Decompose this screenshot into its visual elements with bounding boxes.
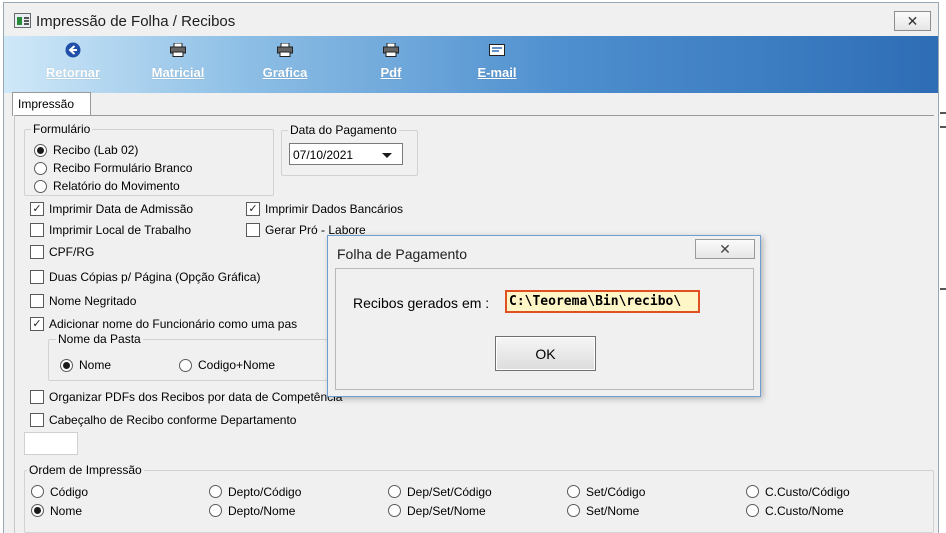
pasta-nome-label: Nome	[79, 358, 112, 372]
organizar-pdfs-label: Organizar PDFs dos Recibos por data de C…	[49, 390, 343, 404]
grafica-label: Grafica	[262, 65, 308, 80]
recibo-lab02-label: Recibo (Lab 02)	[53, 143, 139, 157]
ok-button[interactable]: OK	[495, 336, 596, 371]
email-button[interactable]: E-mail	[452, 41, 542, 87]
ordem-codigo-label: Código	[50, 485, 89, 499]
background-edge-mark	[940, 288, 946, 290]
data-pagamento-picker[interactable]: 07/10/2021	[289, 143, 403, 165]
dialog-close-button[interactable]: ✕	[695, 239, 755, 259]
recibo-formulario-branco-radio[interactable]	[34, 162, 47, 175]
recibo-lab02-radio[interactable]	[34, 144, 47, 157]
ordem-nome-radio[interactable]	[31, 504, 44, 517]
relatorio-movimento-label: Relatório do Movimento	[53, 179, 180, 193]
adicionar-nome-label: Adicionar nome do Funcionário como uma p…	[49, 317, 298, 331]
imprimir-data-admissao-label: Imprimir Data de Admissão	[49, 202, 194, 216]
cabecalho-recibo-label: Cabeçalho de Recibo conforme Departament…	[49, 413, 297, 427]
folha-pagamento-dialog: Folha de Pagamento ✕ Recibos gerados em …	[327, 235, 761, 397]
printer-icon	[382, 41, 400, 59]
arrow-left-circle-icon	[64, 41, 82, 59]
ordem-set-nome-radio[interactable]	[567, 504, 580, 517]
ordem-dep-set-codigo-radio[interactable]	[388, 485, 401, 498]
imprimir-data-admissao-checkbox[interactable]: ✓	[30, 202, 44, 216]
matricial-label: Matricial	[151, 65, 205, 80]
data-pagamento-label: Data do Pagamento	[288, 123, 399, 137]
ordem-ccusto-codigo-label: C.Custo/Código	[765, 485, 850, 499]
grafica-button[interactable]: Grafica	[240, 41, 330, 87]
pasta-nome-radio[interactable]	[60, 359, 73, 372]
window-close-button[interactable]: ✕	[894, 11, 931, 31]
printer-icon	[276, 41, 294, 59]
ordem-ccusto-codigo-radio[interactable]	[746, 485, 759, 498]
imprimir-local-trabalho-label: Imprimir Local de Trabalho	[49, 223, 192, 237]
pasta-codigo-nome-label: Codigo+Nome	[198, 358, 276, 372]
imprimir-dados-bancarios-checkbox[interactable]: ✓	[246, 202, 260, 216]
printer-icon	[169, 41, 187, 59]
nome-negritado-checkbox[interactable]	[30, 294, 44, 308]
ordem-depto-codigo-radio[interactable]	[209, 485, 222, 498]
imprimir-local-trabalho-checkbox[interactable]	[30, 223, 44, 237]
cabecalho-recibo-checkbox[interactable]	[30, 413, 44, 427]
pdf-label: Pdf	[380, 65, 402, 80]
chevron-down-icon[interactable]	[382, 153, 392, 158]
relatorio-movimento-radio[interactable]	[34, 180, 47, 193]
ordem-ccusto-nome-label: C.Custo/Nome	[765, 504, 844, 518]
data-pagamento-value: 07/10/2021	[293, 148, 354, 162]
imprimir-dados-bancarios-label: Imprimir Dados Bancários	[265, 202, 404, 216]
pasta-codigo-nome-radio[interactable]	[179, 359, 192, 372]
ordem-ccusto-nome-radio[interactable]	[746, 504, 759, 517]
title-bar: Impressão de Folha / Recibos ✕	[4, 3, 938, 36]
nome-pasta-label: Nome da Pasta	[56, 332, 143, 346]
duas-copias-checkbox[interactable]	[30, 270, 44, 284]
ordem-set-codigo-label: Set/Código	[586, 485, 646, 499]
recibos-gerados-label: Recibos gerados em :	[353, 295, 490, 311]
background-window-edge	[939, 0, 946, 533]
ordem-depto-nome-label: Depto/Nome	[228, 504, 296, 518]
adicionar-nome-checkbox[interactable]: ✓	[30, 317, 44, 331]
dialog-title: Folha de Pagamento	[337, 246, 467, 262]
ordem-depto-codigo-label: Depto/Código	[228, 485, 302, 499]
ordem-impressao-label: Ordem de Impressão	[27, 463, 144, 477]
dialog-body: Recibos gerados em : C:\Teorema\Bin\reci…	[335, 268, 754, 390]
app-icon	[14, 13, 31, 28]
gerar-pro-labore-checkbox[interactable]	[246, 223, 260, 237]
ordem-impressao-group	[24, 470, 934, 533]
ordem-dep-set-nome-radio[interactable]	[388, 504, 401, 517]
ordem-dep-set-codigo-label: Dep/Set/Código	[407, 485, 492, 499]
toolbar: Retornar Matricial Grafica Pdf E-mail	[4, 36, 938, 93]
retornar-label: Retornar	[45, 65, 101, 80]
ordem-depto-nome-radio[interactable]	[209, 504, 222, 517]
cpf-rg-checkbox[interactable]	[30, 245, 44, 259]
recibo-formulario-branco-label: Recibo Formulário Branco	[53, 161, 193, 175]
ordem-dep-set-nome-label: Dep/Set/Nome	[407, 504, 486, 518]
background-edge-mark	[940, 112, 946, 114]
ordem-set-nome-label: Set/Nome	[586, 504, 640, 518]
ordem-set-codigo-radio[interactable]	[567, 485, 580, 498]
recibos-path-field: C:\Teorema\Bin\recibo\	[505, 290, 700, 313]
ordem-nome-label: Nome	[50, 504, 83, 518]
ordem-codigo-radio[interactable]	[31, 485, 44, 498]
tab-impressao[interactable]: Impressão	[12, 92, 91, 116]
background-edge-mark	[940, 126, 946, 128]
email-label: E-mail	[477, 65, 517, 80]
cpf-rg-label: CPF/RG	[49, 245, 95, 259]
email-icon	[488, 41, 506, 59]
blank-input-field[interactable]	[24, 432, 78, 455]
pdf-button[interactable]: Pdf	[346, 41, 436, 87]
formulario-label: Formulário	[31, 122, 93, 136]
window-title: Impressão de Folha / Recibos	[36, 13, 236, 30]
retornar-button[interactable]: Retornar	[28, 41, 118, 87]
nome-negritado-label: Nome Negritado	[49, 294, 137, 308]
duas-copias-label: Duas Cópias p/ Página (Opção Gráfica)	[49, 270, 261, 284]
matricial-button[interactable]: Matricial	[133, 41, 223, 87]
organizar-pdfs-checkbox[interactable]	[30, 390, 44, 404]
